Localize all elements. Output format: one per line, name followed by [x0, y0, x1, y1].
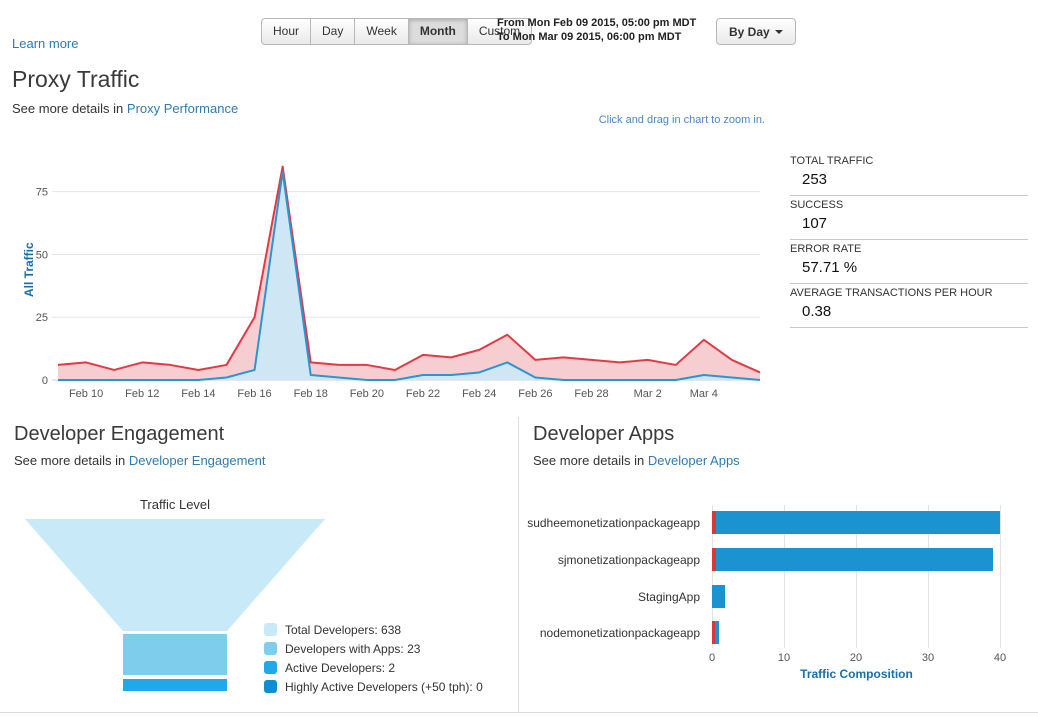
traffic-stats: TOTAL TRAFFIC 253 SUCCESS 107 ERROR RATE 57.7… [790, 152, 1028, 328]
app-label: nodemonetizationpackageapp [519, 626, 706, 640]
legend-item: Highly Active Developers (+50 tph): 0 [264, 677, 483, 696]
range-button-week[interactable]: Week [354, 18, 408, 45]
range-button-group: HourDayWeekMonthCustom [261, 18, 532, 45]
proxy-traffic-title: Proxy Traffic [12, 66, 139, 93]
svg-text:Feb 20: Feb 20 [350, 388, 384, 400]
svg-text:0: 0 [42, 375, 48, 387]
svg-text:Feb 10: Feb 10 [69, 388, 103, 400]
proxy-traffic-chart[interactable]: 0 25 50 75 Feb 10 Feb 12 Feb 14 Feb 16 Feb 18 Feb… [12, 150, 768, 412]
stat-value: 0.38 [802, 303, 1028, 320]
subtitle-prefix: See more details in [12, 101, 123, 116]
svg-text:50: 50 [36, 249, 48, 261]
legend-label: Total Developers: 638 [285, 623, 401, 637]
developer-apps-section: Developer Apps See more details in Devel… [519, 417, 1038, 712]
app-row: nodemonetizationpackageapp [519, 621, 719, 644]
subtitle-prefix: See more details in [14, 453, 125, 468]
x-tick-label: 40 [994, 652, 1006, 664]
apps-chart-x-ticks: 0 10 20 30 40 [519, 652, 1038, 666]
developer-engagement-link[interactable]: Developer Engagement [129, 453, 266, 468]
svg-text:75: 75 [36, 187, 48, 199]
subtitle-prefix: See more details in [533, 453, 644, 468]
app-row: StagingApp [519, 585, 725, 608]
developer-apps-title: Developer Apps [533, 423, 674, 446]
date-from: From Mon Feb 09 2015, 05:00 pm MDT [497, 16, 696, 30]
legend-label: Active Developers: 2 [285, 661, 395, 675]
stat-value: 57.71 % [802, 259, 1028, 276]
legend-swatch [264, 623, 277, 636]
range-button-hour[interactable]: Hour [261, 18, 311, 45]
svg-text:Feb 28: Feb 28 [574, 388, 608, 400]
toolbar: Learn more HourDayWeekMonthCustom From M… [0, 0, 1038, 58]
bar-segment-success [716, 548, 993, 571]
bar-segment-success [712, 585, 725, 608]
gridline [1000, 505, 1001, 648]
developer-apps-link[interactable]: Developer Apps [648, 453, 740, 468]
app-label: StagingApp [519, 590, 706, 604]
stat-label: AVERAGE TRANSACTIONS PER HOUR [790, 287, 1028, 299]
range-button-day[interactable]: Day [310, 18, 355, 45]
x-tick-label: 10 [778, 652, 790, 664]
legend-item: Active Developers: 2 [264, 658, 483, 677]
app-bar [712, 621, 719, 644]
x-tick-label: 20 [850, 652, 862, 664]
legend-swatch [264, 642, 277, 655]
date-to: To Mon Mar 09 2015, 06:00 pm MDT [497, 30, 696, 44]
bottom-divider [0, 712, 1038, 713]
svg-text:Feb 24: Feb 24 [462, 388, 496, 400]
legend-swatch [264, 661, 277, 674]
bar-segment-success [715, 621, 719, 644]
svg-text:Feb 18: Feb 18 [294, 388, 328, 400]
legend-swatch [264, 680, 277, 693]
app-row: sudheemonetizationpackageapp [519, 511, 1000, 534]
date-range: From Mon Feb 09 2015, 05:00 pm MDT To Mo… [497, 16, 696, 44]
app-bar [712, 548, 993, 571]
x-axis-label: Traffic Composition [712, 667, 1001, 681]
svg-text:Feb 14: Feb 14 [181, 388, 215, 400]
app-row: sjmonetizationpackageapp [519, 548, 993, 571]
svg-text:25: 25 [36, 312, 48, 324]
zoom-hint: Click and drag in chart to zoom in. [599, 114, 765, 126]
svg-text:Feb 26: Feb 26 [518, 388, 552, 400]
stat-row: AVERAGE TRANSACTIONS PER HOUR 0.38 [790, 284, 1028, 328]
stat-value: 253 [802, 171, 1028, 188]
by-day-dropdown[interactable]: By Day [716, 18, 796, 45]
range-button-month[interactable]: Month [408, 18, 468, 45]
funnel-title: Traffic Level [25, 497, 325, 512]
svg-text:Feb 12: Feb 12 [125, 388, 159, 400]
app-label: sjmonetizationpackageapp [519, 553, 706, 567]
stat-label: ERROR RATE [790, 243, 1028, 255]
svg-text:Feb 22: Feb 22 [406, 388, 440, 400]
caret-down-icon [775, 30, 783, 34]
app-label: sudheemonetizationpackageapp [519, 516, 706, 530]
x-tick-label: 0 [709, 652, 715, 664]
svg-text:Feb 16: Feb 16 [237, 388, 271, 400]
stat-row: TOTAL TRAFFIC 253 [790, 152, 1028, 196]
svg-text:Mar 4: Mar 4 [690, 388, 718, 400]
proxy-traffic-section: Proxy Traffic See more details in Proxy … [0, 57, 1038, 418]
developer-engagement-subtitle: See more details in Developer Engagement [14, 453, 266, 468]
proxy-performance-link[interactable]: Proxy Performance [127, 101, 238, 116]
legend-label: Highly Active Developers (+50 tph): 0 [285, 680, 483, 694]
stat-value: 107 [802, 215, 1028, 232]
bar-segment-success [716, 511, 1000, 534]
developer-engagement-section: Developer Engagement See more details in… [0, 417, 518, 712]
by-day-label: By Day [729, 25, 770, 39]
proxy-traffic-subtitle: See more details in Proxy Performance [12, 101, 238, 116]
engagement-legend: Total Developers: 638 Developers with App… [264, 620, 483, 696]
app-bar [712, 511, 1000, 534]
developer-engagement-title: Developer Engagement [14, 423, 224, 446]
stat-label: SUCCESS [790, 199, 1028, 211]
stat-row: SUCCESS 107 [790, 196, 1028, 240]
learn-more-link[interactable]: Learn more [12, 36, 78, 51]
x-tick-label: 30 [922, 652, 934, 664]
legend-label: Developers with Apps: 23 [285, 642, 420, 656]
app-bar [712, 585, 725, 608]
legend-item: Total Developers: 638 [264, 620, 483, 639]
stat-row: ERROR RATE 57.71 % [790, 240, 1028, 284]
legend-item: Developers with Apps: 23 [264, 639, 483, 658]
vertical-divider [518, 417, 519, 712]
stat-label: TOTAL TRAFFIC [790, 155, 1028, 167]
svg-text:Mar 2: Mar 2 [634, 388, 662, 400]
developer-apps-subtitle: See more details in Developer Apps [533, 453, 740, 468]
